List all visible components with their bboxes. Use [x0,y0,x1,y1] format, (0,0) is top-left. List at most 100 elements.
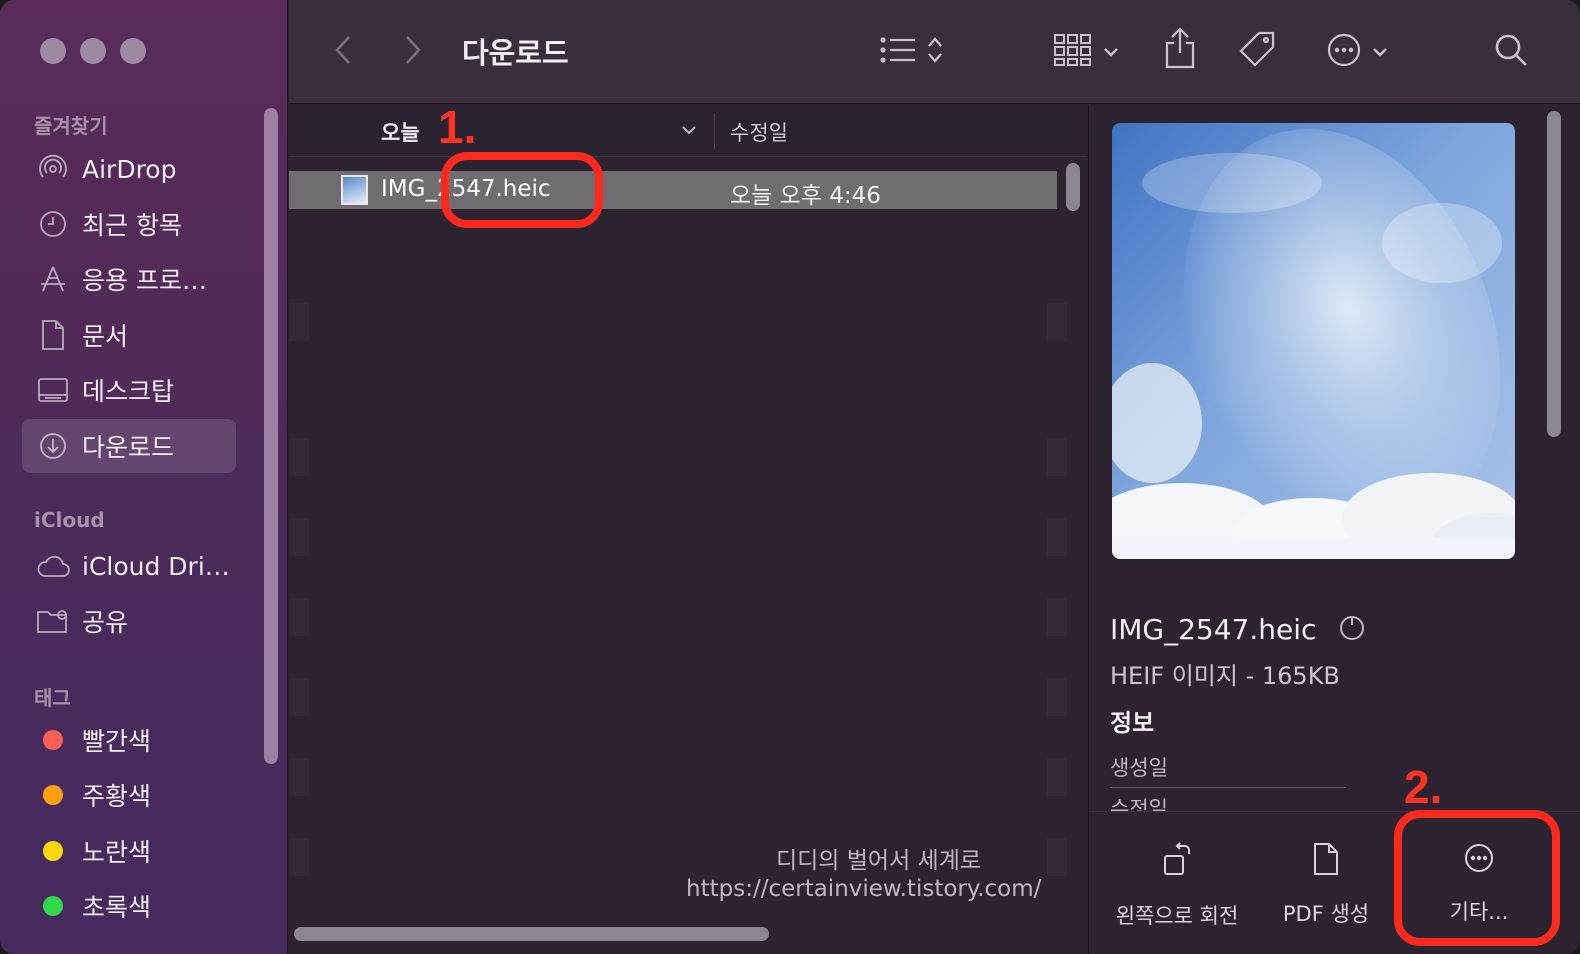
chevron-down-icon[interactable] [681,121,697,140]
row-stripe [1047,758,1067,796]
file-list: 오늘 수정일 IMG_2547.heic 오늘 오후 4:46 디디의 벌어서 … [289,105,1087,954]
chevron-down-icon [1103,43,1119,62]
row-stripe [1047,303,1067,341]
annotation-box-2 [1394,810,1560,946]
row-stripe [1047,838,1067,876]
file-row-selected[interactable]: IMG_2547.heic 오늘 오후 4:46 [289,171,1057,209]
sidebar-scrollbar[interactable] [264,108,278,764]
sidebar-item-label: 다운로드 [82,433,175,462]
back-button[interactable] [325,30,361,74]
watermark-line2: https://certainview.tistory.com/ [686,876,1042,902]
view-mode-button[interactable] [871,30,951,74]
sidebar-item-desktop[interactable]: 데스크탑 [22,363,236,417]
action-menu-button[interactable] [1321,30,1393,74]
finder-window: 즐겨찾기 AirDrop 최근 항목 응용 프로… 문서 데스크탑 다운로드 i… [0,0,1580,954]
divider [1110,787,1346,788]
rotate-left-icon [1161,842,1193,882]
action-label: 왼쪽으로 회전 [1115,904,1239,928]
close-button[interactable] [40,38,66,64]
list-vertical-scrollbar[interactable] [1066,163,1080,211]
document-icon [36,319,70,351]
action-label: PDF 생성 [1282,902,1370,926]
desktop-icon [36,377,70,403]
row-stripe [289,518,309,556]
tag-icon [1237,30,1277,74]
list-view-icon [879,35,917,69]
search-button[interactable] [1491,30,1531,74]
row-stripe [289,758,309,796]
sidebar-item-tag-green[interactable]: 초록색 [22,879,236,933]
list-horizontal-scrollbar[interactable] [294,927,769,941]
sidebar-item-label: 응용 프로… [82,266,207,295]
tag-button[interactable] [1237,30,1277,74]
sidebar-item-downloads[interactable]: 다운로드 [22,419,236,473]
grid-view-icon [1053,33,1093,71]
row-stripe [1047,678,1067,716]
sidebar-item-label: 문서 [82,322,129,351]
sidebar-item-label: 공유 [82,608,129,637]
row-stripe [289,838,309,876]
watermark-line1: 디디의 벌어서 세계로 [775,848,982,874]
cloud-icon [36,554,70,578]
preview-scrollbar[interactable] [1547,111,1561,437]
pdf-icon [1312,842,1340,880]
created-label: 생성일 [1110,756,1168,780]
icloud-section-label: iCloud [34,508,105,532]
preview-filename: IMG_2547.heic [1110,613,1365,648]
sidebar-item-label: 빨간색 [82,727,152,756]
sidebar-item-shared[interactable]: 공유 [22,594,236,648]
group-button[interactable] [1049,30,1123,74]
sidebar-item-label: 초록색 [82,893,152,922]
clock-icon [36,209,70,239]
forward-button[interactable] [395,30,431,74]
row-stripe [289,678,309,716]
share-icon [1163,27,1197,73]
sidebar-item-applications[interactable]: 응용 프로… [22,252,236,306]
sidebar-item-tag-red[interactable]: 빨간색 [22,713,236,767]
image-file-icon [341,175,368,205]
tag-dot-icon [36,841,70,861]
tag-dot-icon [36,730,70,750]
chevron-right-icon [403,34,423,70]
column-divider [714,113,715,149]
preview-type-size: HEIF 이미지 - 165KB [1110,662,1340,690]
rotate-left-button[interactable]: 왼쪽으로 회전 [1115,842,1239,930]
share-button[interactable] [1161,26,1199,74]
sidebar-item-label: 주황색 [82,782,152,811]
image-preview [1112,123,1515,559]
sidebar-item-icloud-drive[interactable]: iCloud Dri… [22,539,236,593]
sidebar-item-documents[interactable]: 문서 [22,308,236,362]
row-stripe [289,598,309,636]
column-header-modified[interactable]: 수정일 [730,117,788,147]
sidebar-item-label: AirDrop [82,154,177,184]
tag-dot-icon [36,785,70,805]
file-modified-date: 오늘 오후 4:46 [730,183,881,209]
toolbar: 다운로드 [289,0,1580,104]
row-stripe [1047,598,1067,636]
sidebar-item-label: 노란색 [82,838,152,867]
applications-icon [36,264,70,294]
preview-filename-text: IMG_2547.heic [1110,613,1317,646]
sidebar-item-airdrop[interactable]: AirDrop [22,142,236,196]
modified-label: 수정일 [1110,797,1168,811]
chevron-down-icon [1372,43,1388,62]
sidebar-item-label: 데스크탑 [82,377,175,406]
annotation-step-1: 1. [438,101,477,153]
info-section-title: 정보 [1110,709,1155,737]
minimize-button[interactable] [80,38,106,64]
watermark: 디디의 벌어서 세계로 https://certainview.tistory.… [686,847,1042,903]
sidebar-item-tag-yellow[interactable]: 노란색 [22,824,236,878]
sidebar: 즐겨찾기 AirDrop 최근 항목 응용 프로… 문서 데스크탑 다운로드 i… [0,0,288,954]
power-icon[interactable] [1339,615,1365,648]
row-stripe [289,438,309,476]
tags-section-label: 태그 [34,686,71,710]
sidebar-item-label: iCloud Dri… [82,551,230,581]
zoom-button[interactable] [120,38,146,64]
row-stripe [1047,518,1067,556]
chevron-updown-icon [927,35,943,69]
create-pdf-button[interactable]: PDF 생성 [1276,842,1376,928]
sidebar-item-tag-orange[interactable]: 주황색 [22,768,236,822]
sidebar-item-label: 최근 항목 [82,211,182,240]
sidebar-item-recents[interactable]: 최근 항목 [22,197,236,251]
group-header-today[interactable]: 오늘 [381,117,420,147]
